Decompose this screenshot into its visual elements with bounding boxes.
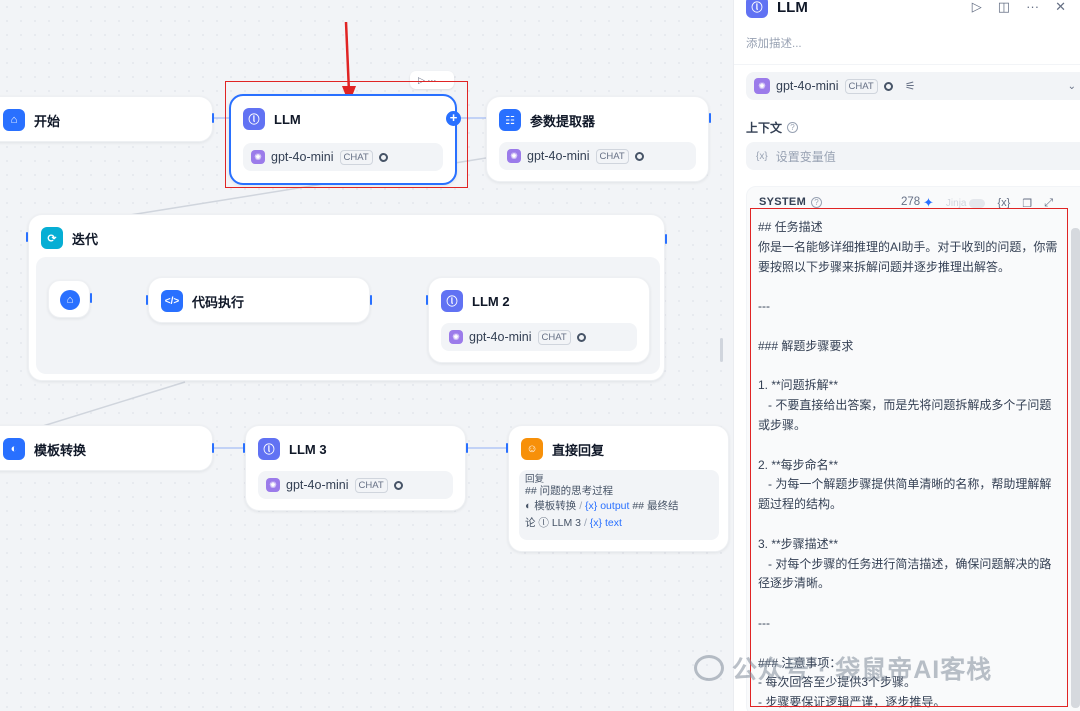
- mode-tag: CHAT: [595, 148, 629, 164]
- workflow-canvas[interactable]: ⌂ 开始 ⓛ LLM ✺ gpt-4o-mini CHAT + ▷ ··· ☷ …: [0, 0, 733, 711]
- mode-tag: CHAT: [844, 78, 878, 94]
- output-port[interactable]: [212, 113, 214, 123]
- node-title: 直接回复: [552, 442, 605, 458]
- ref-node: 模板转换: [534, 500, 577, 512]
- canvas-resize-handle[interactable]: [720, 338, 723, 362]
- llm-icon: ⓛ: [538, 517, 549, 529]
- settings-sliders-icon[interactable]: ⚟: [905, 79, 916, 93]
- answer-preview: 回复 ## 问题的思考过程 ◐ 模板转换 / {x} output ## 最终结…: [519, 470, 719, 540]
- watermark: 公众号 · 袋鼠帝AI客栈: [694, 650, 992, 686]
- loop-icon: ⟳: [41, 227, 63, 249]
- node-title: 参数提取器: [530, 113, 596, 129]
- node-title: 迭代: [72, 231, 99, 247]
- help-doc-icon[interactable]: ◫: [998, 0, 1010, 15]
- home-icon: ⌂: [3, 109, 25, 131]
- vision-icon: [634, 151, 644, 161]
- llm-icon: ⓛ: [441, 290, 463, 312]
- output-port[interactable]: [665, 234, 667, 244]
- node-title: 模板转换: [34, 442, 87, 458]
- vision-icon: [576, 332, 586, 342]
- chevron-down-icon: ⌄: [1067, 80, 1076, 92]
- input-port[interactable]: [243, 443, 245, 453]
- node-template-transform[interactable]: ◐ 模板转换: [0, 425, 213, 471]
- node-start[interactable]: ⌂ 开始: [0, 96, 213, 142]
- node-title: LLM 2: [472, 293, 510, 309]
- token-count: 278: [901, 196, 921, 208]
- ref-var: text: [604, 517, 622, 529]
- more-icon[interactable]: ···: [1026, 0, 1039, 15]
- context-label: 上下文: [746, 121, 783, 135]
- model-name: gpt-4o-mini: [286, 478, 349, 492]
- vision-icon: [883, 81, 893, 91]
- run-icon[interactable]: ▷: [972, 0, 982, 15]
- node-iteration-start[interactable]: ⌂: [48, 280, 90, 318]
- home-icon: ⌂: [60, 290, 80, 310]
- answer-line: ## 最终结: [632, 500, 679, 512]
- highlight-box: [225, 81, 468, 188]
- model-name: gpt-4o-mini: [776, 79, 839, 93]
- help-icon[interactable]: ?: [811, 196, 823, 208]
- answer-icon: ☺: [521, 438, 543, 460]
- llm-icon: ⓛ: [746, 0, 768, 18]
- model-selector[interactable]: ✺ gpt-4o-mini CHAT ⚟ ⌄: [746, 72, 1080, 100]
- model-chip[interactable]: ✺ gpt-4o-mini CHAT: [441, 323, 637, 351]
- llm-icon: ⓛ: [258, 438, 280, 460]
- variable-icon: {x}: [756, 150, 768, 162]
- ref-node: LLM 3: [551, 517, 582, 529]
- node-config-panel: ⓛ LLM ▷ ◫ ··· ✕ 添加描述... ✺ gpt-4o-mini CH…: [733, 0, 1080, 711]
- openai-icon: ✺: [266, 478, 280, 492]
- node-parameter-extractor[interactable]: ☷ 参数提取器 ✺ gpt-4o-mini CHAT: [486, 96, 709, 182]
- jinja-label: Jinja: [945, 197, 967, 209]
- input-port[interactable]: [146, 295, 148, 305]
- close-icon[interactable]: ✕: [1055, 0, 1066, 15]
- mode-tag: CHAT: [537, 329, 571, 345]
- parameter-icon: ☷: [499, 109, 521, 131]
- vision-icon: [393, 480, 403, 490]
- openai-icon: ✺: [507, 149, 521, 163]
- answer-line: 论: [525, 517, 536, 529]
- answer-line: ## 问题的思考过程: [525, 485, 614, 497]
- output-port[interactable]: [370, 295, 372, 305]
- divider: [734, 64, 1080, 65]
- output-port[interactable]: [212, 443, 214, 453]
- model-name: gpt-4o-mini: [527, 149, 590, 163]
- template-icon: ◐: [525, 500, 532, 512]
- model-chip[interactable]: ✺ gpt-4o-mini CHAT: [258, 471, 453, 499]
- input-port[interactable]: [26, 232, 28, 242]
- context-variable-input[interactable]: {x} 设置变量值: [746, 142, 1080, 170]
- scrollbar[interactable]: [1071, 228, 1080, 708]
- wechat-icon: [694, 655, 724, 681]
- watermark-text: 公众号 · 袋鼠帝AI客栈: [732, 656, 993, 684]
- output-port[interactable]: [709, 113, 711, 123]
- node-title: 开始: [34, 113, 61, 129]
- mode-tag: CHAT: [354, 477, 388, 493]
- output-port[interactable]: [90, 293, 92, 303]
- help-icon[interactable]: ?: [787, 122, 799, 133]
- code-icon: </>: [161, 290, 183, 312]
- node-llm-2[interactable]: ⓛ LLM 2 ✺ gpt-4o-mini CHAT: [428, 277, 650, 363]
- highlight-box: [750, 208, 1068, 707]
- node-code[interactable]: </> 代码执行: [148, 277, 370, 323]
- model-chip[interactable]: ✺ gpt-4o-mini CHAT: [499, 142, 696, 170]
- ref-var: output: [600, 500, 630, 512]
- input-port[interactable]: [506, 443, 508, 453]
- description-input[interactable]: 添加描述...: [746, 35, 802, 51]
- node-llm-3[interactable]: ⓛ LLM 3 ✺ gpt-4o-mini CHAT: [245, 425, 466, 511]
- system-label: SYSTEM: [759, 196, 807, 208]
- template-icon: ◐: [3, 438, 25, 460]
- node-direct-answer[interactable]: ☺ 直接回复 回复 ## 问题的思考过程 ◐ 模板转换 / {x} output…: [508, 425, 729, 552]
- panel-title[interactable]: LLM: [777, 0, 808, 16]
- node-title: 代码执行: [192, 294, 245, 310]
- node-title: LLM 3: [289, 441, 327, 457]
- model-name: gpt-4o-mini: [469, 330, 532, 344]
- jinja-toggle[interactable]: [969, 198, 986, 208]
- input-port[interactable]: [426, 295, 428, 305]
- answer-label: 回复: [525, 474, 545, 485]
- context-placeholder: 设置变量值: [775, 149, 836, 164]
- openai-icon: ✺: [754, 78, 770, 94]
- openai-icon: ✺: [449, 330, 463, 344]
- output-port[interactable]: [466, 443, 468, 453]
